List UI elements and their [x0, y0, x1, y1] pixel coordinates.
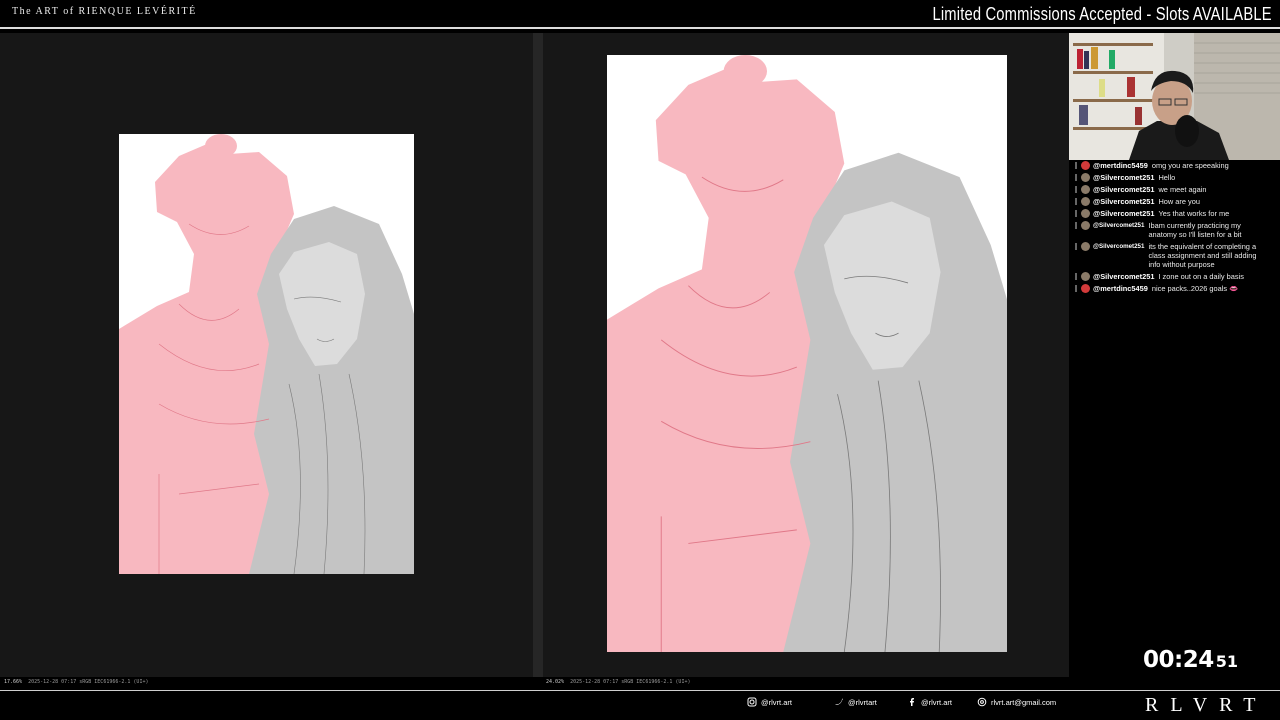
email-link[interactable]: rlvrt.art@gmail.com — [977, 697, 1056, 707]
footer-bar — [0, 691, 1280, 720]
chat-username[interactable]: @Silvercomet251 — [1093, 272, 1154, 281]
user-avatar[interactable] — [1081, 161, 1090, 170]
chat-text: Hello — [1158, 173, 1176, 182]
email-icon — [977, 697, 987, 707]
webcam-image — [1069, 33, 1280, 160]
instagram-icon — [747, 697, 757, 707]
chat-username[interactable]: @Silvercomet251 — [1093, 221, 1144, 230]
chat-message: @Silvercomet251 Ibam currently practicing… — [1069, 220, 1280, 241]
chat-badge-icon — [1074, 272, 1079, 281]
user-avatar[interactable] — [1081, 242, 1090, 251]
chat-text: Yes that works for me — [1158, 209, 1230, 218]
chat-message: @mertdinc5459 nice packs..2026 goals 👄 — [1069, 283, 1280, 295]
chat-text: nice packs..2026 goals 👄 — [1151, 284, 1239, 293]
user-avatar[interactable] — [1081, 185, 1090, 194]
status-text: 2025-12-28 07:17 sRGB IEC61966-2.1 (UI+) — [28, 679, 149, 685]
rlvrt-logo: RLVRT — [1145, 694, 1268, 716]
chat-panel[interactable]: @mertdinc5459 omg you are speeaking @Silve… — [1069, 160, 1280, 490]
twitter-handle: @rlvrtart — [848, 697, 877, 707]
instagram-handle: @rlvrt.art — [761, 697, 792, 707]
timer-main: 00:24 — [1143, 647, 1214, 673]
chat-badge-icon — [1074, 242, 1079, 251]
facebook-handle: @rlvrt.art — [921, 697, 952, 707]
chat-text: omg you are speeaking — [1151, 161, 1229, 170]
zoom-level: 17.66% — [4, 679, 23, 685]
facebook-link[interactable]: @rlvrt.art — [907, 697, 952, 707]
twitter-icon — [835, 698, 843, 705]
timer-seconds: 51 — [1215, 652, 1238, 671]
chat-text: its the equivalent of completing a class… — [1148, 242, 1257, 269]
chat-badge-icon — [1074, 221, 1079, 230]
user-avatar[interactable] — [1081, 209, 1090, 218]
facebook-icon — [910, 698, 914, 706]
chat-badge-icon — [1074, 161, 1079, 170]
chat-message: @Silvercomet251 Yes that works for me — [1069, 208, 1280, 220]
chat-username[interactable]: @Silvercomet251 — [1093, 209, 1154, 218]
chat-badge-icon — [1074, 185, 1079, 194]
top-divider — [0, 27, 1280, 29]
top-banner: The ART of RIENQUE LEVÉRITÉ Limited Comm… — [0, 0, 1280, 27]
instagram-link[interactable]: @rlvrt.art — [747, 697, 792, 707]
chat-text: How are you — [1158, 197, 1200, 206]
webcam-feed — [1069, 33, 1280, 160]
chat-text: Ibam currently practicing my anatomy so … — [1148, 221, 1242, 239]
user-avatar[interactable] — [1081, 284, 1090, 293]
zoom-level: 24.02% — [546, 679, 565, 685]
panel-splitter[interactable] — [533, 33, 543, 677]
chat-username[interactable]: @Silvercomet251 — [1093, 242, 1144, 251]
chat-message: @Silvercomet251 I zone out on a daily bas… — [1069, 271, 1280, 283]
commission-announcement: Limited Commissions Accepted - Slots AVA… — [932, 4, 1272, 24]
user-avatar[interactable] — [1081, 173, 1090, 182]
user-avatar[interactable] — [1081, 221, 1090, 230]
chat-badge-icon — [1074, 173, 1079, 182]
chat-text: I zone out on a daily basis — [1158, 272, 1244, 281]
chat-message: @mertdinc5459 omg you are speeaking — [1069, 160, 1280, 172]
chat-username[interactable]: @mertdinc5459 — [1093, 284, 1148, 293]
chat-message: @Silvercomet251 How are you — [1069, 196, 1280, 208]
artwork-canvas-left[interactable] — [119, 134, 414, 574]
status-bar-right: 24.02% 2025-12-28 07:17 sRGB IEC61966-2.1… — [546, 678, 690, 687]
stream-timer: 00:24 51 — [1143, 647, 1238, 673]
sketch-artwork-right — [607, 55, 1007, 652]
status-bar-left: 17.66% 2025-12-28 07:17 sRGB IEC61966-2.1… — [4, 678, 148, 687]
user-avatar[interactable] — [1081, 272, 1090, 281]
chat-username[interactable]: @Silvercomet251 — [1093, 197, 1154, 206]
chat-message: @Silvercomet251 Hello — [1069, 172, 1280, 184]
chat-message: @Silvercomet251 its the equivalent of com… — [1069, 241, 1280, 271]
sketch-artwork-left — [119, 134, 414, 574]
user-avatar[interactable] — [1081, 197, 1090, 206]
twitter-link[interactable]: @rlvrtart — [834, 697, 877, 707]
chat-message: @Silvercomet251 we meet again — [1069, 184, 1280, 196]
chat-text: we meet again — [1158, 185, 1207, 194]
chat-badge-icon — [1074, 284, 1079, 293]
chat-username[interactable]: @Silvercomet251 — [1093, 185, 1154, 194]
chat-username[interactable]: @mertdinc5459 — [1093, 161, 1148, 170]
brand-title: The ART of RIENQUE LEVÉRITÉ — [12, 6, 197, 17]
chat-badge-icon — [1074, 209, 1079, 218]
chat-badge-icon — [1074, 197, 1079, 206]
email-address: rlvrt.art@gmail.com — [991, 697, 1057, 707]
chat-username[interactable]: @Silvercomet251 — [1093, 173, 1154, 182]
artwork-canvas-right[interactable] — [607, 55, 1007, 652]
status-text: 2025-12-28 07:17 sRGB IEC61966-2.1 (UI+) — [570, 679, 691, 685]
